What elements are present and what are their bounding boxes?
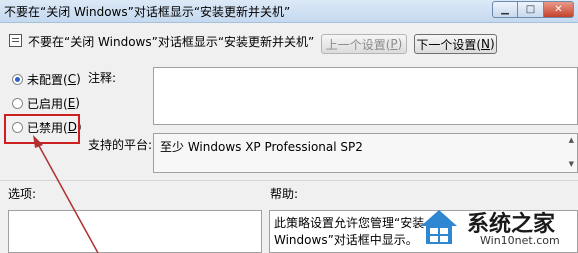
radio-selected-icon[interactable] bbox=[12, 73, 23, 85]
watermark: 系统之家 Win10net.com bbox=[415, 202, 578, 253]
house-logo-icon bbox=[421, 210, 457, 244]
next-setting-button[interactable]: 下一个设置(N) bbox=[414, 34, 497, 54]
scroll-down-icon[interactable]: ▼ bbox=[569, 160, 574, 168]
minimize-icon[interactable]: ▁ bbox=[492, 1, 518, 18]
supported-label: 支持的平台: bbox=[88, 138, 153, 152]
window-title: 不要在“关闭 Windows”对话框显示“安装更新并关机” bbox=[4, 5, 291, 19]
scroll-up-icon[interactable]: ▲ bbox=[569, 136, 574, 144]
supported-platform-value: 至少 Windows XP Professional SP2 bbox=[160, 140, 363, 154]
policy-icon bbox=[9, 34, 22, 47]
options-panel[interactable] bbox=[8, 210, 262, 253]
window-controls: ▁ □ ✕ bbox=[492, 1, 574, 19]
highlight-box bbox=[4, 114, 80, 144]
comment-textarea[interactable] bbox=[153, 67, 578, 125]
supported-platform-box: 至少 Windows XP Professional SP2 ▲ ▼ bbox=[153, 133, 578, 173]
help-label: 帮助: bbox=[270, 187, 299, 201]
radio-enabled[interactable]: 已启用(E) bbox=[12, 95, 80, 111]
title-bar: 不要在“关闭 Windows”对话框显示“安装更新并关机” ▁ □ ✕ bbox=[0, 0, 578, 23]
comment-label: 注释: bbox=[88, 71, 117, 85]
close-icon[interactable]: ✕ bbox=[544, 1, 574, 18]
policy-name: 不要在“关闭 Windows”对话框显示“安装更新并关机” bbox=[28, 35, 315, 49]
maximize-icon[interactable]: □ bbox=[518, 1, 544, 18]
radio-empty-icon[interactable] bbox=[12, 97, 23, 109]
watermark-url: Win10net.com bbox=[477, 234, 563, 247]
options-label: 选项: bbox=[8, 187, 37, 201]
separator bbox=[0, 180, 578, 181]
previous-setting-button[interactable]: 上一个设置(P) bbox=[321, 34, 407, 54]
radio-not-configured[interactable]: 未配置(C) bbox=[12, 71, 81, 87]
